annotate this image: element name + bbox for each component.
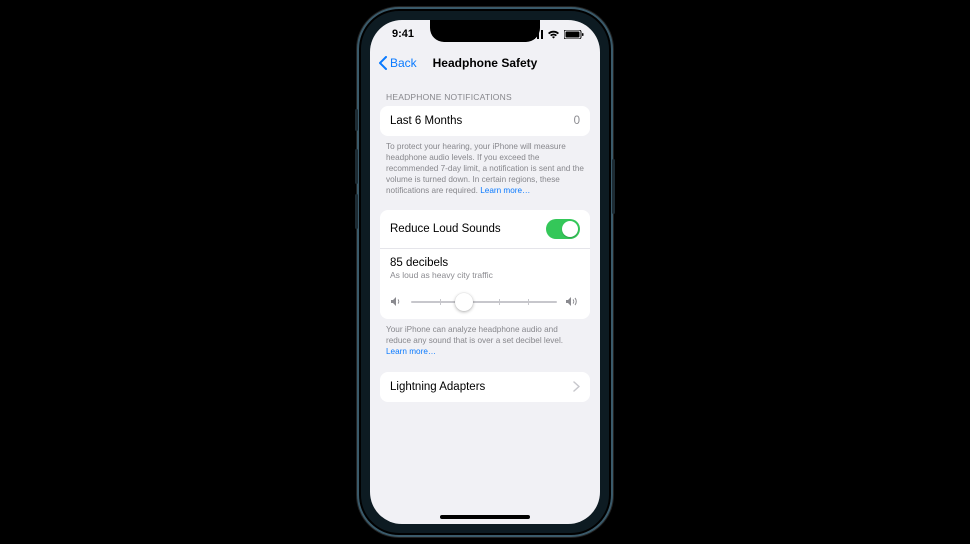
chevron-right-icon [573,381,580,392]
decibel-value: 85 decibels [390,257,580,269]
row-decibel-value: 85 decibels As loud as heavy city traffi… [380,248,590,290]
row-label: Lightning Adapters [390,381,485,393]
card-reduce-loud-sounds: Reduce Loud Sounds 85 decibels As loud a… [380,210,590,319]
footer-notifications: To protect your hearing, your iPhone wil… [380,136,590,196]
page-title: Headphone Safety [370,56,600,70]
status-time: 9:41 [386,28,414,40]
row-decibel-slider [380,290,590,319]
iphone-device-frame: 9:41 Back Headphone Safety HEADPHONE NOT… [357,7,613,537]
screen: 9:41 Back Headphone Safety HEADPHONE NOT… [370,20,600,524]
reduce-loud-sounds-toggle[interactable] [546,219,580,239]
learn-more-link[interactable]: Learn more… [386,347,436,356]
volume-up-button [355,149,358,184]
slider-thumb[interactable] [455,293,473,311]
mute-switch [355,109,358,131]
battery-icon [564,30,584,39]
footer-reduce: Your iPhone can analyze headphone audio … [380,319,590,357]
toggle-label: Reduce Loud Sounds [390,223,501,235]
row-last-6-months[interactable]: Last 6 Months 0 [380,106,590,136]
speaker-high-icon [565,296,580,307]
learn-more-link[interactable]: Learn more… [480,186,530,195]
wifi-icon [547,30,560,39]
card-lightning-adapters: Lightning Adapters [380,372,590,402]
section-header-notifications: HEADPHONE NOTIFICATIONS [380,78,590,106]
home-indicator[interactable] [440,515,530,519]
notch [430,20,540,42]
decibel-desc: As loud as heavy city traffic [390,270,580,280]
footer-text: Your iPhone can analyze headphone audio … [386,325,563,345]
row-label: Last 6 Months [390,115,462,127]
speaker-low-icon [390,296,403,307]
toggle-knob [562,221,578,237]
row-reduce-loud-sounds: Reduce Loud Sounds [380,210,590,248]
decibel-slider[interactable] [411,301,557,303]
row-lightning-adapters[interactable]: Lightning Adapters [380,372,590,402]
volume-down-button [355,194,358,229]
nav-bar: Back Headphone Safety [370,48,600,78]
card-notifications: Last 6 Months 0 [380,106,590,136]
side-button [612,159,615,214]
row-value: 0 [574,115,580,127]
content: HEADPHONE NOTIFICATIONS Last 6 Months 0 … [370,78,600,402]
